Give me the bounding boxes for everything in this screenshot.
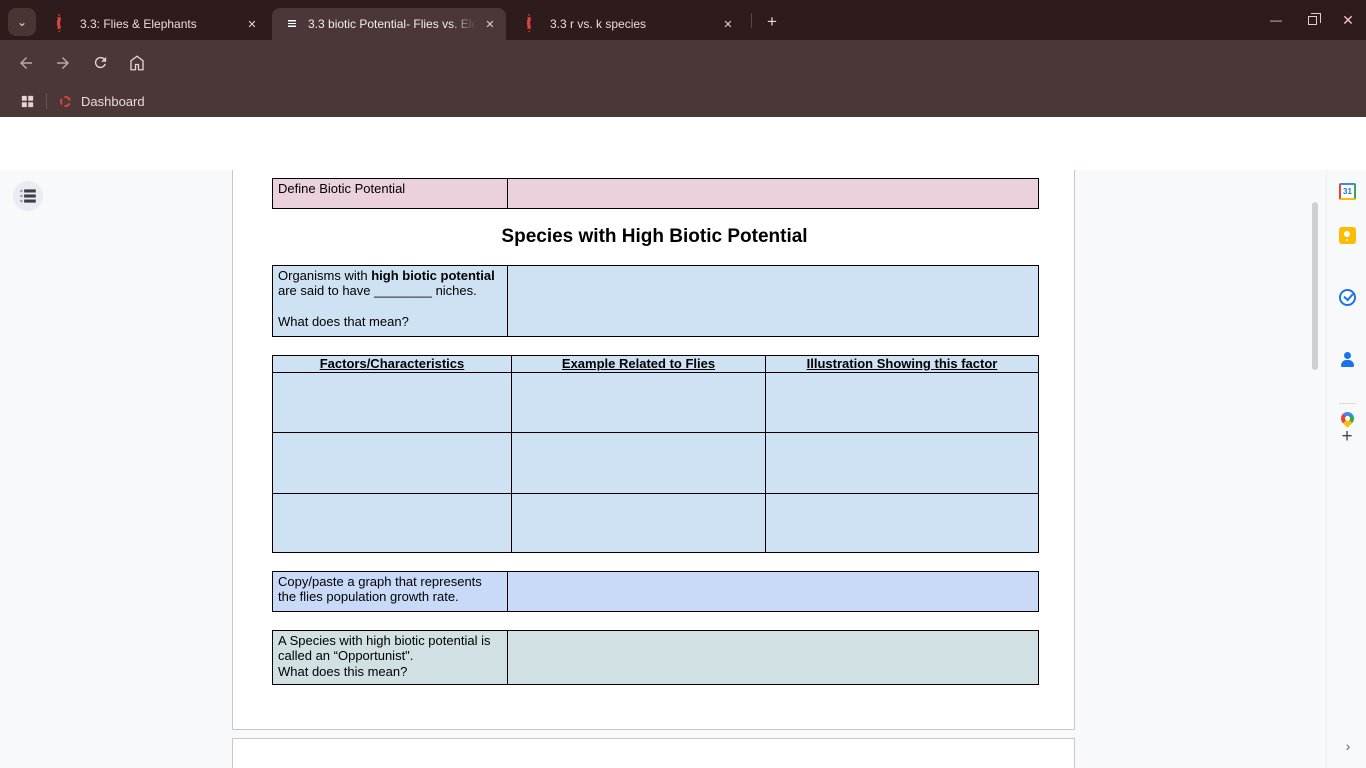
- tab-flies-elephants[interactable]: 3.3: Flies & Elephants ✕: [44, 8, 268, 40]
- tab-close-icon[interactable]: ✕: [482, 16, 498, 32]
- apps-grid-icon[interactable]: [19, 93, 36, 110]
- column-header[interactable]: Illustration Showing this factor: [766, 356, 1038, 373]
- window-controls: — ✕: [1258, 0, 1366, 40]
- browser-toolbar: docs.google.com/document/d/1SyFMYeo7pqbD…: [0, 40, 1366, 85]
- table-cell-prompt[interactable]: Copy/paste a graph that represents the f…: [273, 572, 508, 611]
- document-outline-icon: [20, 189, 36, 203]
- forward-arrow-icon: [54, 54, 72, 72]
- tab-r-vs-k-species[interactable]: 3.3 r vs. k species ✕: [514, 8, 744, 40]
- tab-title: 3.3 biotic Potential- Flies vs. Ele: [308, 17, 476, 31]
- restore-icon: [1308, 16, 1317, 25]
- reload-button[interactable]: [86, 49, 114, 77]
- table-cell-prompt[interactable]: Organisms with high biotic potential are…: [273, 266, 508, 336]
- table-cell-empty[interactable]: [766, 433, 1038, 494]
- bookmarks-separator: [46, 93, 47, 109]
- back-arrow-icon: [17, 54, 35, 72]
- chevron-down-icon: ⌄: [17, 15, 27, 29]
- google-docs-favicon-icon: [284, 16, 300, 32]
- google-contacts-icon[interactable]: [1339, 351, 1356, 368]
- google-calendar-icon[interactable]: 31: [1339, 183, 1356, 200]
- canvas-favicon-icon: [526, 16, 542, 32]
- table-cell-empty[interactable]: [512, 373, 766, 433]
- docs-header: 3.3 biotic Potential- Flies vs. Elephant…: [0, 117, 1366, 170]
- table-cell-empty[interactable]: [273, 494, 512, 552]
- column-header[interactable]: Factors/Characteristics: [273, 356, 512, 373]
- table-cell-answer[interactable]: [508, 631, 1038, 684]
- tab-close-icon[interactable]: ✕: [720, 16, 736, 32]
- table-cell-answer[interactable]: [508, 266, 1038, 336]
- canvas-favicon-icon: [56, 16, 72, 32]
- table-cell-prompt[interactable]: Define Biotic Potential: [273, 179, 508, 208]
- table-cell-empty[interactable]: [512, 433, 766, 494]
- section-heading[interactable]: Species with High Biotic Potential: [233, 226, 1076, 248]
- document-workspace: Define Biotic Potential Species with Hig…: [0, 170, 1366, 768]
- workspace-side-panel: 31 + ›: [1326, 170, 1366, 768]
- google-tasks-icon[interactable]: [1339, 289, 1356, 306]
- tab-divider: [751, 13, 752, 28]
- document-page-2[interactable]: [232, 738, 1075, 768]
- table-cell-empty[interactable]: [273, 433, 512, 494]
- back-button[interactable]: [12, 49, 40, 77]
- table-cell-answer[interactable]: [508, 572, 1038, 611]
- define-biotic-potential-table: Define Biotic Potential: [272, 178, 1039, 209]
- tab-title: 3.3: Flies & Elephants: [80, 17, 238, 31]
- table-cell-empty[interactable]: [512, 494, 766, 552]
- bookmark-label: Dashboard: [81, 94, 145, 109]
- opportunist-table: A Species with high biotic potential is …: [272, 630, 1039, 685]
- table-cell-empty[interactable]: [273, 373, 512, 433]
- table-cell-answer[interactable]: [508, 179, 1038, 208]
- document-page-1[interactable]: Define Biotic Potential Species with Hig…: [232, 170, 1075, 730]
- tab-title-fade: [450, 17, 476, 31]
- bookmarks-bar: Dashboard: [0, 85, 1366, 117]
- home-icon: [128, 54, 146, 72]
- high-biotic-potential-table: Organisms with high biotic potential are…: [272, 265, 1039, 337]
- canvas-favicon-icon: [60, 96, 71, 107]
- tab-biotic-potential-active[interactable]: 3.3 biotic Potential- Flies vs. Ele ✕: [272, 8, 506, 40]
- tab-close-icon[interactable]: ✕: [244, 16, 260, 32]
- tab-search-button[interactable]: ⌄: [8, 8, 36, 36]
- vertical-scrollbar-thumb[interactable]: [1312, 202, 1318, 370]
- browser-window: ⌄ 3.3: Flies & Elephants ✕ 3.3 biotic Po…: [0, 0, 1366, 768]
- close-window-button[interactable]: ✕: [1330, 0, 1366, 40]
- get-addons-button[interactable]: +: [1335, 425, 1359, 449]
- column-header[interactable]: Example Related to Flies: [512, 356, 766, 373]
- table-cell-empty[interactable]: [766, 494, 1038, 552]
- google-keep-icon[interactable]: [1339, 227, 1356, 244]
- forward-button[interactable]: [49, 49, 77, 77]
- graph-table: Copy/paste a graph that represents the f…: [272, 571, 1039, 612]
- minimize-button[interactable]: —: [1258, 0, 1294, 40]
- show-outline-button[interactable]: [13, 181, 43, 211]
- hide-side-panel-button[interactable]: ›: [1336, 734, 1360, 758]
- factors-table: Factors/Characteristics Example Related …: [272, 355, 1039, 553]
- table-cell-empty[interactable]: [766, 373, 1038, 433]
- tab-title: 3.3 r vs. k species: [550, 17, 714, 31]
- table-cell-prompt[interactable]: A Species with high biotic potential is …: [273, 631, 508, 684]
- reload-icon: [92, 54, 109, 71]
- restore-button[interactable]: [1294, 0, 1330, 40]
- side-panel-divider: [1339, 403, 1356, 404]
- tab-strip: ⌄ 3.3: Flies & Elephants ✕ 3.3 biotic Po…: [0, 0, 1366, 40]
- new-tab-button[interactable]: +: [758, 8, 786, 36]
- bookmark-dashboard[interactable]: Dashboard: [59, 94, 145, 109]
- home-button[interactable]: [123, 49, 151, 77]
